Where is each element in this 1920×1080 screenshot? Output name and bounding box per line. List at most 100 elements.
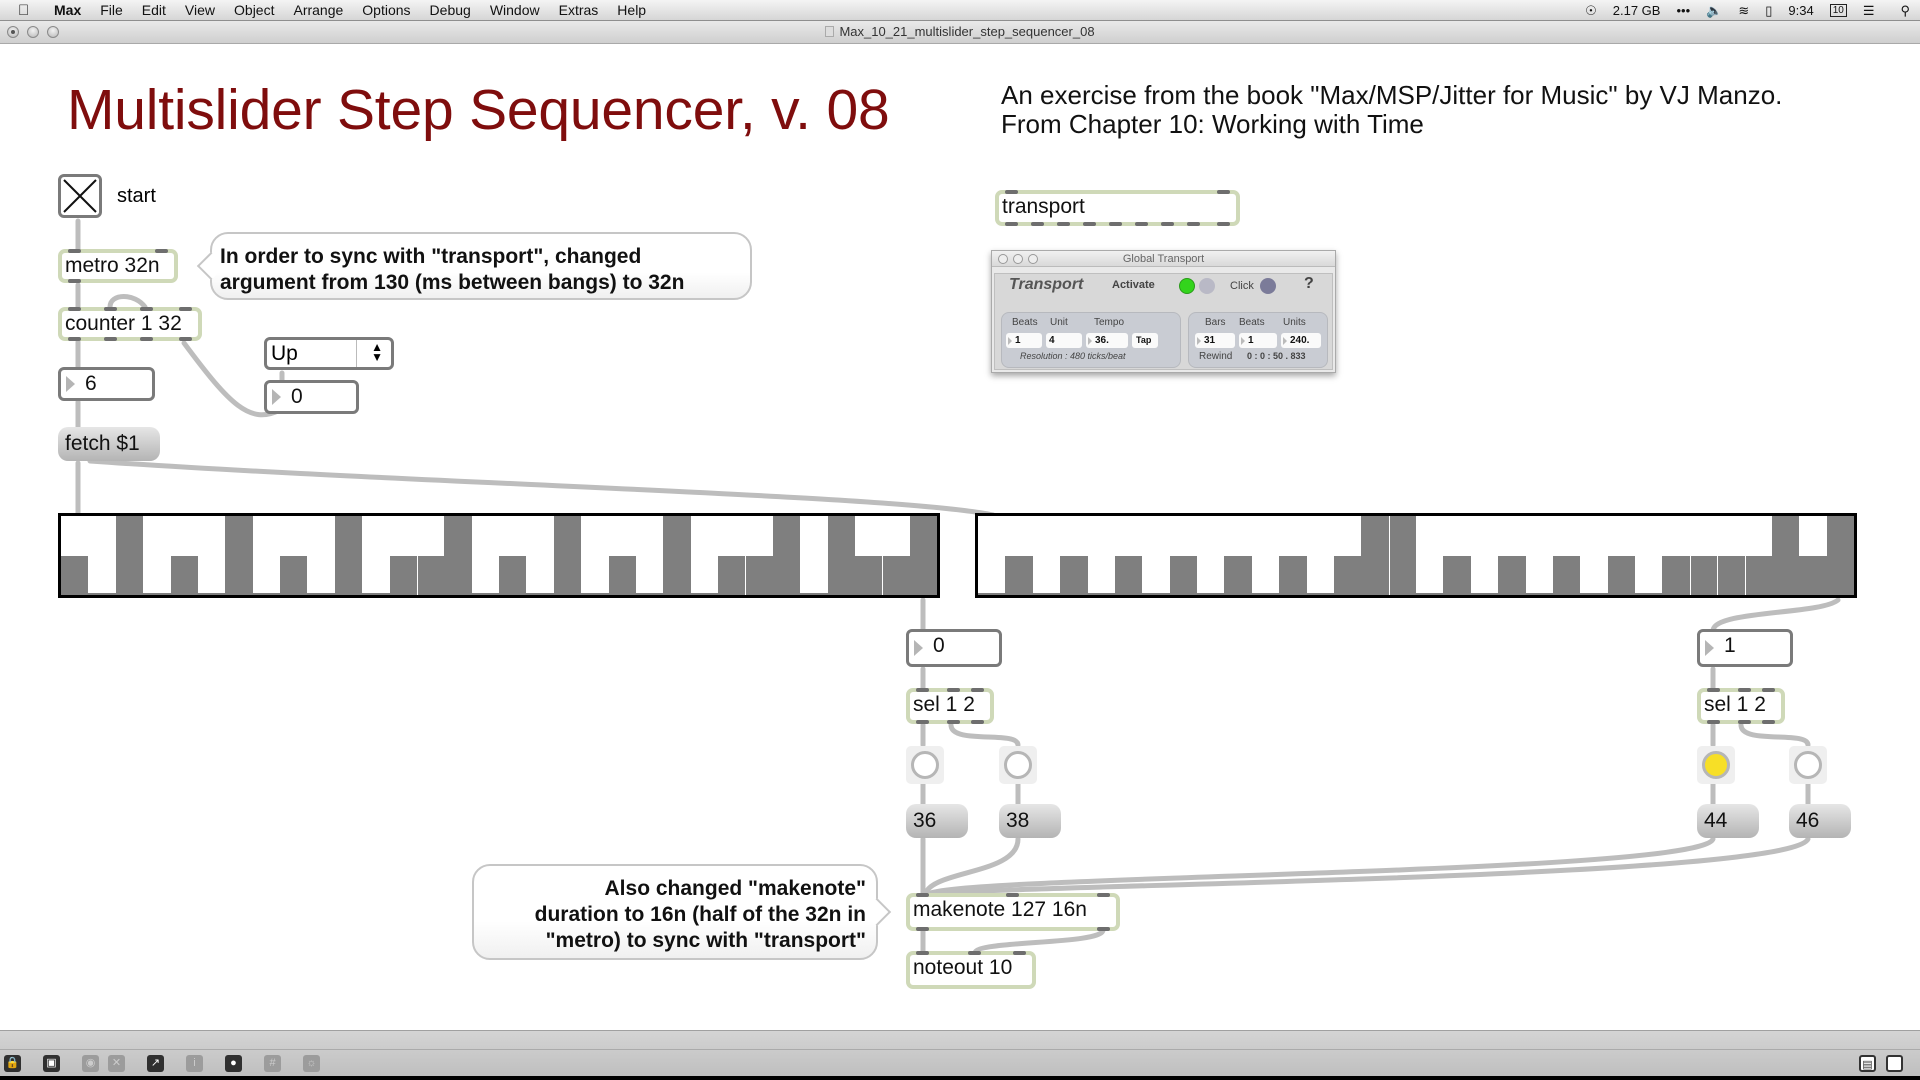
menu-debug[interactable]: Debug <box>430 2 471 18</box>
slider-bar[interactable] <box>882 555 910 595</box>
slider-bar[interactable] <box>307 593 335 595</box>
direction-number-box[interactable]: 0 <box>264 380 359 414</box>
inspector-chart-icon[interactable]: ↗ <box>147 1055 164 1072</box>
slider-bar[interactable] <box>197 593 226 595</box>
menu-view[interactable]: View <box>185 2 215 18</box>
slider-bar[interactable] <box>1799 555 1827 595</box>
right-step-number-box[interactable]: 1 <box>1697 629 1793 667</box>
slider-bar[interactable] <box>909 516 937 595</box>
message-36[interactable]: 36 <box>906 804 968 838</box>
slider-bar[interactable] <box>1142 593 1170 595</box>
slider-bar[interactable] <box>389 555 417 595</box>
calendar-icon[interactable]: 10 <box>1829 4 1847 17</box>
gt-unit-field[interactable]: 4 <box>1046 333 1082 348</box>
menu-help[interactable]: Help <box>617 2 646 18</box>
multislider-left[interactable] <box>58 513 940 598</box>
lock-icon[interactable]: 🔒 <box>4 1055 21 1072</box>
right-bang-2[interactable] <box>1789 746 1827 784</box>
binoculars-icon[interactable]: ◉ <box>82 1055 99 1072</box>
left-sel-object[interactable]: sel 1 2 <box>906 688 994 724</box>
slider-bar[interactable] <box>1826 516 1854 595</box>
slider-bar[interactable] <box>663 516 691 595</box>
list-icon[interactable]: ☰ <box>1863 3 1875 19</box>
slider-bar[interactable] <box>1060 555 1088 595</box>
menu-edit[interactable]: Edit <box>142 2 166 18</box>
gt-beats-field[interactable]: 1 <box>1006 333 1042 348</box>
gt-tap-button[interactable]: Tap <box>1132 333 1158 348</box>
split-vertical-icon[interactable] <box>1886 1055 1903 1072</box>
presentation-icon[interactable]: ▣ <box>43 1055 60 1072</box>
menu-window[interactable]: Window <box>490 2 540 18</box>
slider-bar[interactable] <box>1525 593 1553 595</box>
slider-bar[interactable] <box>1087 593 1115 595</box>
slider-bar[interactable] <box>1470 593 1499 595</box>
slider-bar[interactable] <box>1388 516 1416 595</box>
slider-bar[interactable] <box>690 593 718 595</box>
slider-bar[interactable] <box>978 593 1006 595</box>
wifi-icon[interactable]: ≋ <box>1738 3 1749 19</box>
slider-bar[interactable] <box>1552 555 1581 595</box>
makenote-object[interactable]: makenote 127 16n <box>906 893 1120 931</box>
patcher-canvas[interactable]: Multislider Step Sequencer, v. 08 An exe… <box>0 45 1920 1030</box>
slider-bar[interactable] <box>1114 555 1143 595</box>
gt-rewind-button[interactable]: Rewind <box>1199 351 1232 362</box>
menu-file[interactable]: File <box>100 2 123 18</box>
slider-bar[interactable] <box>1662 555 1690 595</box>
slider-bar[interactable] <box>170 555 198 595</box>
slider-bar[interactable] <box>854 555 883 595</box>
slider-bar[interactable] <box>1580 593 1608 595</box>
slider-bar[interactable] <box>499 555 527 595</box>
fetch-message[interactable]: fetch $1 <box>58 427 160 461</box>
slider-bar[interactable] <box>444 516 472 595</box>
slider-bar[interactable] <box>61 555 89 595</box>
slider-bar[interactable] <box>827 516 855 595</box>
gt-tempo-field[interactable]: 36. <box>1086 333 1128 348</box>
gt-zoom-button[interactable] <box>1028 254 1038 264</box>
clear-icon[interactable]: ✕ <box>108 1055 125 1072</box>
info-icon[interactable]: i <box>186 1055 203 1072</box>
message-38[interactable]: 38 <box>999 804 1061 838</box>
gt-activate-off-button[interactable] <box>1199 278 1215 294</box>
left-bang-2[interactable] <box>999 746 1037 784</box>
slider-bar[interactable] <box>800 593 828 595</box>
slider-bar[interactable] <box>526 593 554 595</box>
slider-bar[interactable] <box>581 593 609 595</box>
gt-units-field[interactable]: 240. <box>1281 333 1321 348</box>
counter-number-box[interactable]: 6 <box>58 367 155 401</box>
slider-bar[interactable] <box>1498 555 1526 595</box>
grid-icon[interactable]: # <box>264 1055 281 1072</box>
memory-icon[interactable]: ☉ <box>1585 3 1597 19</box>
gt-bars-field[interactable]: 31 <box>1195 333 1235 348</box>
slider-bar[interactable] <box>1169 555 1197 595</box>
message-44[interactable]: 44 <box>1697 804 1759 838</box>
gt-close-button[interactable] <box>998 254 1008 264</box>
volume-icon[interactable]: 🔈 <box>1706 3 1722 19</box>
gt-click-button[interactable] <box>1260 278 1276 294</box>
battery-icon[interactable]: ▯ <box>1765 3 1772 19</box>
noteout-object[interactable]: noteout 10 <box>906 951 1036 989</box>
slider-bar[interactable] <box>471 593 499 595</box>
split-horizontal-icon[interactable]: ▤ <box>1859 1055 1876 1072</box>
slider-bar[interactable] <box>745 555 773 595</box>
transport-object[interactable]: transport <box>995 190 1240 226</box>
slider-bar[interactable] <box>1744 555 1772 595</box>
slider-bar[interactable] <box>1771 516 1800 595</box>
message-46[interactable]: 46 <box>1789 804 1851 838</box>
slider-bar[interactable] <box>88 593 116 595</box>
slider-bar[interactable] <box>334 516 363 595</box>
slider-bar[interactable] <box>252 593 280 595</box>
counter-object[interactable]: counter 1 32 <box>58 307 202 341</box>
metro-object[interactable]: metro 32n <box>58 249 178 283</box>
start-toggle[interactable] <box>58 174 102 218</box>
menu-extras[interactable]: Extras <box>559 2 599 18</box>
clock[interactable]: 9:34 <box>1788 3 1813 18</box>
multislider-right[interactable] <box>975 513 1857 598</box>
slider-bar[interactable] <box>1005 555 1033 595</box>
slider-bar[interactable] <box>416 555 445 595</box>
menu-app[interactable]: Max <box>54 2 81 18</box>
gt-minimize-button[interactable] <box>1013 254 1023 264</box>
slider-bar[interactable] <box>1032 593 1061 595</box>
slider-bar[interactable] <box>772 516 801 595</box>
gt-activate-on-button[interactable] <box>1179 278 1195 294</box>
slider-bar[interactable] <box>608 555 636 595</box>
